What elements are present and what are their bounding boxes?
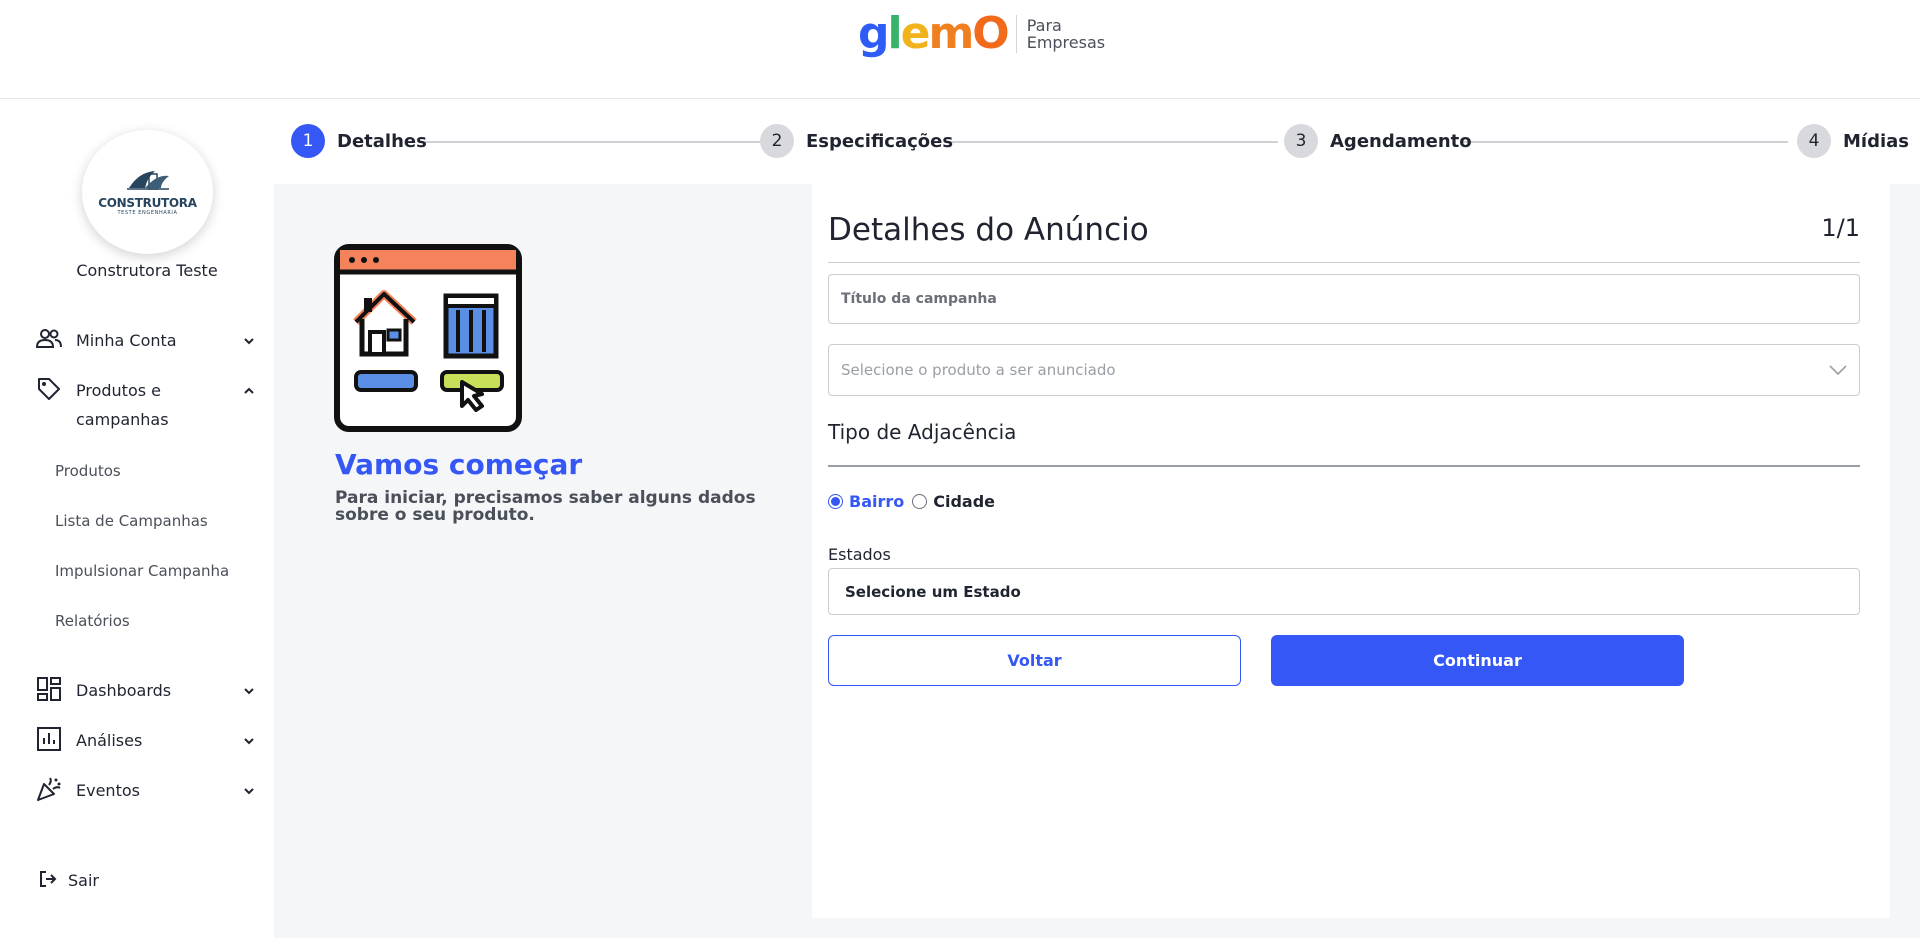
nav-produtos-label: Produtos e campanhas <box>76 381 169 429</box>
states-select-value: Selecione um Estado <box>845 582 1021 601</box>
back-button[interactable]: Voltar <box>828 635 1241 686</box>
logout-label: Sair <box>68 871 99 890</box>
title-divider <box>828 262 1860 263</box>
glemo-logo[interactable]: glemO Para Empresas <box>858 12 1105 56</box>
step-number: 3 <box>1284 124 1318 158</box>
adjacency-label: Tipo de Adjacência <box>828 420 1017 444</box>
step-connector <box>425 141 760 143</box>
intro-panel: Vamos começar Para iniciar, precisamos s… <box>274 184 812 938</box>
nav-eventos-label: Eventos <box>76 781 140 800</box>
form-page-indicator: 1/1 <box>1821 214 1860 242</box>
campaign-title-input[interactable]: Título da campanha <box>828 274 1860 324</box>
sub-item-lista-campanhas[interactable]: Lista de Campanhas <box>55 512 208 530</box>
progress-stepper: 1 Detalhes 2 Especificações 3 Agendament… <box>290 124 1915 164</box>
product-select-placeholder: Selecione o produto a ser anunciado <box>841 361 1116 379</box>
intro-title: Vamos começar <box>335 448 583 481</box>
nav-eventos[interactable]: Eventos <box>36 776 256 805</box>
logo-wordmark: glemO <box>858 8 1010 59</box>
sub-item-impulsionar[interactable]: Impulsionar Campanha <box>55 562 229 580</box>
avatar-brand: CONSTRUTORA <box>98 196 197 210</box>
adjacency-divider <box>828 465 1860 467</box>
step-detalhes[interactable]: 1 Detalhes <box>291 124 427 158</box>
nav-minha-conta[interactable]: Minha Conta <box>36 326 256 355</box>
intro-text: Para iniciar, precisamos saber alguns da… <box>335 488 756 525</box>
radio-bairro[interactable] <box>828 494 843 509</box>
step-number: 4 <box>1797 124 1831 158</box>
sub-item-relatorios[interactable]: Relatórios <box>55 612 130 630</box>
chevron-down-icon[interactable] <box>242 784 256 798</box>
top-header: glemO Para Empresas <box>0 0 1920 99</box>
company-avatar[interactable]: CONSTRUTORA TESTE ENGENHARIA <box>82 130 213 254</box>
nav-analises-label: Análises <box>76 731 143 750</box>
nav-minha-conta-label: Minha Conta <box>76 331 177 350</box>
radio-bairro-label[interactable]: Bairro <box>849 492 904 511</box>
step-label: Especificações <box>806 130 954 152</box>
form-title: Detalhes do Anúncio <box>828 212 1149 248</box>
nav-analises[interactable]: Análises <box>36 726 256 755</box>
people-icon <box>36 326 62 352</box>
campaign-title-placeholder: Título da campanha <box>841 291 997 307</box>
dashboard-icon <box>36 676 62 702</box>
step-connector <box>1460 141 1788 143</box>
step-label: Agendamento <box>1330 130 1472 152</box>
sub-item-produtos[interactable]: Produtos <box>55 462 121 480</box>
logout-icon <box>38 866 58 892</box>
chevron-down-icon <box>1829 365 1847 376</box>
real-estate-illustration <box>334 244 522 432</box>
states-label: Estados <box>828 545 891 564</box>
chevron-down-icon[interactable] <box>242 684 256 698</box>
logout-button[interactable]: Sair <box>38 866 258 895</box>
logo-tag-line1: Para <box>1026 16 1062 35</box>
form-card: Detalhes do Anúncio 1/1 Título da campan… <box>812 184 1890 918</box>
states-select[interactable]: Selecione um Estado <box>828 568 1860 615</box>
step-especificacoes[interactable]: 2 Especificações <box>760 124 953 158</box>
step-number: 2 <box>760 124 794 158</box>
logo-divider <box>1015 15 1017 53</box>
tag-icon <box>36 376 62 402</box>
nav-dashboards[interactable]: Dashboards <box>36 676 256 705</box>
nav-dashboards-label: Dashboards <box>76 681 172 700</box>
chevron-down-icon[interactable] <box>242 334 256 348</box>
step-midias[interactable]: 4 Mídias <box>1797 124 1909 158</box>
chevron-down-icon[interactable] <box>242 734 256 748</box>
nav-produtos-campanhas[interactable]: Produtos e campanhas <box>36 376 256 434</box>
logo-tagline: Para Empresas <box>1027 17 1105 51</box>
radio-cidade-label[interactable]: Cidade <box>933 492 995 511</box>
step-agendamento[interactable]: 3 Agendamento <box>1284 124 1472 158</box>
party-icon <box>36 776 62 802</box>
continue-button[interactable]: Continuar <box>1271 635 1684 686</box>
avatar-brand-sub: TESTE ENGENHARIA <box>117 210 178 216</box>
step-label: Detalhes <box>337 130 427 152</box>
chevron-up-icon[interactable] <box>242 384 256 398</box>
sidebar: CONSTRUTORA TESTE ENGENHARIA Construtora… <box>0 100 274 938</box>
adjacency-radio-group: Bairro Cidade <box>828 492 1003 511</box>
step-label: Mídias <box>1843 130 1909 152</box>
radio-cidade[interactable] <box>912 494 928 509</box>
bar-chart-icon <box>36 726 62 752</box>
company-name: Construtora Teste <box>76 261 218 280</box>
logo-tag-line2: Empresas <box>1026 33 1106 52</box>
construction-emblem-icon <box>126 171 169 190</box>
product-select[interactable]: Selecione o produto a ser anunciado <box>828 344 1860 396</box>
step-connector <box>948 141 1278 143</box>
step-number: 1 <box>291 124 325 158</box>
